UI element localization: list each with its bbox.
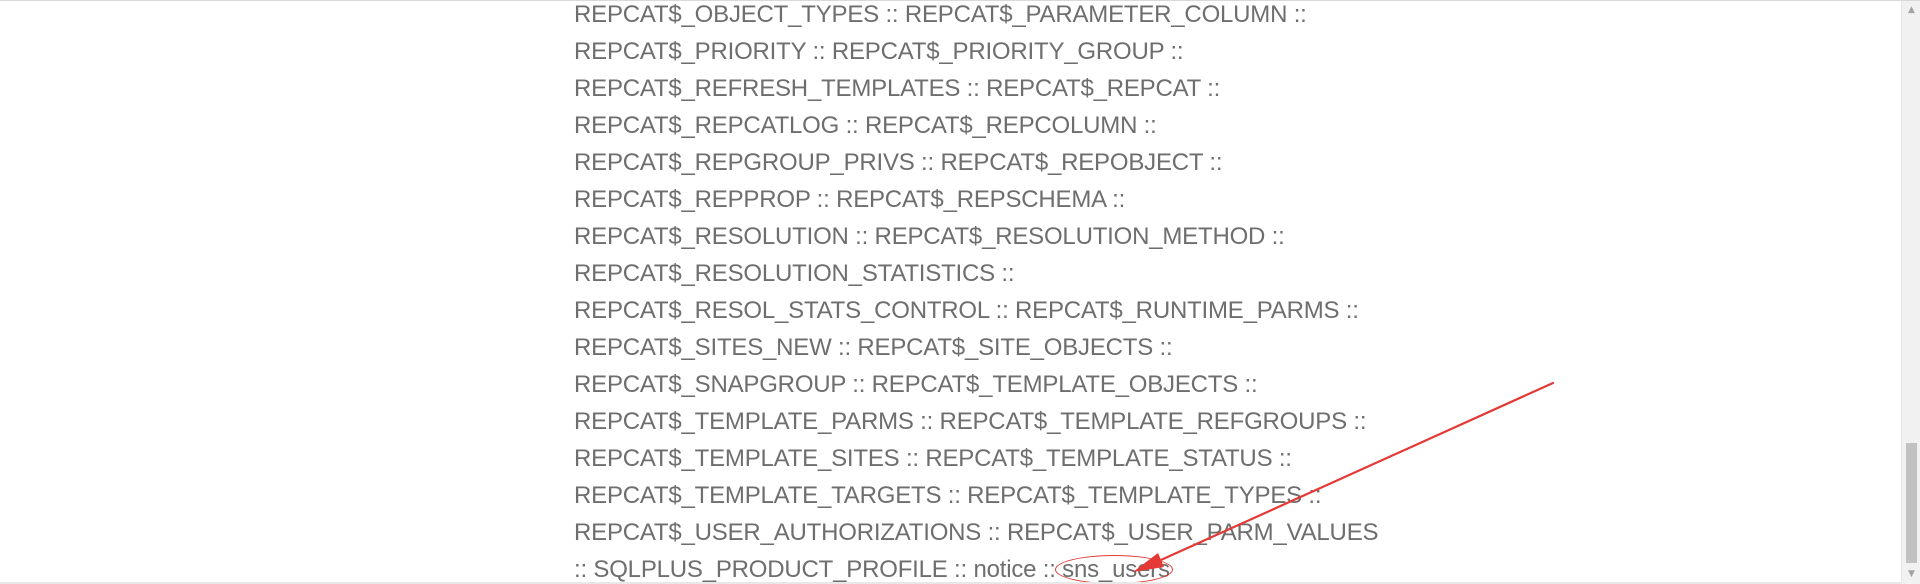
- list-line: REPCAT$_SITES_NEW :: REPCAT$_SITE_OBJECT…: [574, 334, 1173, 361]
- list-line-last: :: SQLPLUS_PRODUCT_PROFILE :: notice :: …: [574, 551, 1434, 584]
- chevron-up-icon[interactable]: ▲: [1902, 1, 1920, 19]
- list-line: REPCAT$_OBJECT_TYPES :: REPCAT$_PARAMETE…: [574, 1, 1307, 28]
- chevron-down-icon[interactable]: ▼: [1902, 565, 1920, 583]
- highlighted-table-label: sns_users: [1062, 556, 1170, 583]
- list-line: REPCAT$_SNAPGROUP :: REPCAT$_TEMPLATE_OB…: [574, 371, 1258, 398]
- last-line-prefix: :: SQLPLUS_PRODUCT_PROFILE :: notice ::: [574, 556, 1063, 583]
- table-list: REPCAT$_OBJECT_TYPES :: REPCAT$_PARAMETE…: [574, 0, 1434, 584]
- list-line: REPCAT$_PRIORITY :: REPCAT$_PRIORITY_GRO…: [574, 38, 1184, 65]
- list-line: REPCAT$_TEMPLATE_PARMS :: REPCAT$_TEMPLA…: [574, 408, 1367, 435]
- list-line: REPCAT$_RESOLUTION_STATISTICS ::: [574, 260, 1015, 287]
- highlighted-table-name: sns_users: [1055, 551, 1174, 584]
- list-line: REPCAT$_RESOL_STATS_CONTROL :: REPCAT$_R…: [574, 297, 1359, 324]
- list-line: REPCAT$_RESOLUTION :: REPCAT$_RESOLUTION…: [574, 223, 1285, 250]
- list-line: REPCAT$_REPGROUP_PRIVS :: REPCAT$_REPOBJ…: [574, 149, 1223, 176]
- vertical-scrollbar[interactable]: ▲ ▼: [1901, 1, 1920, 584]
- list-line: REPCAT$_REPPROP :: REPCAT$_REPSCHEMA ::: [574, 186, 1126, 213]
- list-line: REPCAT$_TEMPLATE_TARGETS :: REPCAT$_TEMP…: [574, 482, 1322, 509]
- list-line: REPCAT$_TEMPLATE_SITES :: REPCAT$_TEMPLA…: [574, 445, 1292, 472]
- list-line: REPCAT$_REFRESH_TEMPLATES :: REPCAT$_REP…: [574, 75, 1221, 102]
- list-line: REPCAT$_USER_AUTHORIZATIONS :: REPCAT$_U…: [574, 519, 1379, 546]
- scrollbar-thumb[interactable]: [1906, 443, 1917, 563]
- list-line: REPCAT$_REPCATLOG :: REPCAT$_REPCOLUMN :…: [574, 112, 1157, 139]
- page-viewport: REPCAT$_OBJECT_TYPES :: REPCAT$_PARAMETE…: [0, 0, 1920, 584]
